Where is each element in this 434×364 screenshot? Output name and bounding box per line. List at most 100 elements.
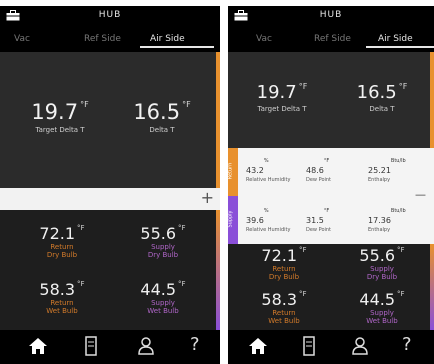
top-bar: HUB — [0, 6, 220, 28]
return-dry-bulb-value: 72.1 — [261, 246, 298, 265]
supply-enthalpy-label: Enthalpy — [368, 227, 391, 233]
return-wet-bulb-value: 58.3 — [261, 290, 298, 309]
supply-enthalpy: 17.36 Btu/lb Enthalpy — [368, 208, 434, 233]
return-enthalpy-unit: Btu/lb — [390, 158, 406, 164]
accent-bar-orange — [216, 52, 220, 188]
app-title: HUB — [98, 10, 122, 20]
accent-bar-orange — [430, 52, 434, 148]
supply-rh: 39.6% Relative Humidity — [246, 208, 292, 233]
delta-t-unit: °F — [182, 100, 191, 109]
target-delta-t-value: 19.7 — [31, 100, 79, 124]
return-enthalpy-value: 25.21 — [368, 166, 391, 175]
return-wet-bulb-label1: Return — [50, 299, 74, 307]
return-dry-bulb-label2: Dry Bulb — [268, 273, 300, 281]
minus-icon[interactable]: — — [415, 188, 426, 201]
supply-dry-bulb-value: 55.6 — [359, 246, 396, 265]
accent-bar-gradient — [216, 210, 220, 330]
delta-t-label: Delta T — [369, 105, 395, 113]
target-delta-t-unit: °F — [298, 82, 308, 91]
supply-rh-value: 39.6 — [246, 216, 264, 225]
supply-wet-bulb-label1: Supply — [370, 309, 394, 317]
supply-dry-bulb-label2: Dry Bulb — [147, 251, 179, 259]
meter-icon[interactable] — [302, 336, 316, 356]
target-delta-t-unit: °F — [80, 100, 89, 109]
return-rh-label: Relative Humidity — [246, 177, 291, 183]
tab-air-side[interactable]: Air Side — [378, 34, 413, 44]
supply-dp-unit: °F — [323, 208, 330, 214]
delta-panel: 19.7 °F Target Delta T 16.5 °F Delta T — [228, 52, 430, 148]
supply-wet-bulb: 44.5 °F Supply Wet Bulb — [118, 280, 208, 315]
return-dry-bulb-label1: Return — [50, 243, 74, 251]
help-icon[interactable]: ? — [402, 334, 412, 355]
supply-dry-bulb-label1: Supply — [370, 265, 394, 273]
return-dry-bulb-unit: °F — [77, 224, 85, 232]
return-dp-unit: °F — [323, 158, 330, 164]
temperature-panel: 72.1 °F Return Dry Bulb 55.6 °F Supply Dry… — [228, 244, 430, 330]
meter-icon[interactable] — [84, 336, 98, 356]
home-icon[interactable] — [248, 336, 268, 356]
tab-air-side[interactable]: Air Side — [150, 34, 185, 44]
add-row[interactable]: + — [0, 188, 220, 210]
supply-dp-value: 31.5 — [306, 216, 324, 225]
target-delta-t: 19.7 °F Target Delta T — [242, 82, 322, 113]
return-wet-bulb-label2: Wet Bulb — [46, 307, 78, 315]
return-dp-value: 48.6 — [306, 166, 324, 175]
app-title: HUB — [319, 10, 343, 20]
bottom-nav: ? — [0, 330, 220, 364]
left-phone-screen: HUB Vac Ref Side Air Side 19.7 °F Target … — [0, 6, 220, 364]
tab-ref-side[interactable]: Ref Side — [84, 34, 121, 44]
supply-rh-label: Relative Humidity — [246, 227, 291, 233]
return-wet-bulb-label1: Return — [272, 309, 296, 317]
user-icon[interactable] — [350, 336, 370, 356]
plus-icon[interactable]: + — [201, 188, 214, 207]
supply-rh-unit: % — [263, 208, 269, 214]
delta-t-value: 16.5 — [356, 82, 397, 103]
return-enthalpy: 25.21 Btu/lb Enthalpy — [368, 158, 434, 183]
accent-bar-gradient — [430, 244, 434, 330]
tab-bar: Vac Ref Side Air Side — [0, 28, 220, 52]
return-rh-unit: % — [263, 158, 269, 164]
return-dp-label: Dew Point — [306, 177, 332, 183]
return-wet-bulb-value: 58.3 — [39, 280, 76, 299]
delta-t-value: 16.5 — [133, 100, 181, 124]
supply-dew-point: 31.5 °F Dew Point — [306, 208, 350, 233]
return-side-tab: Return — [227, 148, 238, 196]
return-dry-bulb-label1: Return — [272, 265, 296, 273]
supply-wet-bulb-unit: °F — [397, 290, 405, 298]
psychrometric-panel: Return Supply 43.2% Relative Humidity 48… — [227, 148, 434, 244]
tab-ref-side[interactable]: Ref Side — [314, 34, 351, 44]
delta-t: 16.5 °F Delta T — [342, 82, 422, 113]
supply-side-tab: Supply — [228, 196, 238, 244]
supply-side-label: Supply — [227, 210, 234, 228]
supply-wet-bulb-label2: Wet Bulb — [147, 307, 179, 315]
return-dry-bulb-value: 72.1 — [39, 224, 76, 243]
supply-dry-bulb-unit: °F — [397, 246, 405, 254]
return-wet-bulb: 58.3 °F Return Wet Bulb — [22, 280, 102, 315]
delta-t: 16.5 °F Delta T — [122, 100, 202, 134]
return-dew-point: 48.6 °F Dew Point — [306, 158, 350, 183]
return-dry-bulb: 72.1 °F Return Dry Bulb — [244, 246, 324, 281]
return-wet-bulb-label2: Wet Bulb — [268, 317, 300, 325]
help-icon[interactable]: ? — [190, 334, 200, 355]
supply-wet-bulb-value: 44.5 — [359, 290, 396, 309]
supply-dry-bulb-label1: Supply — [151, 243, 175, 251]
tab-vac[interactable]: Vac — [256, 34, 272, 44]
supply-dry-bulb: 55.6 °F Supply Dry Bulb — [118, 224, 208, 259]
active-tab-indicator — [140, 46, 214, 48]
temperature-panel: 72.1 °F Return Dry Bulb 55.6 °F Supply Dry… — [0, 210, 216, 330]
supply-wet-bulb-label2: Wet Bulb — [366, 317, 398, 325]
supply-enthalpy-unit: Btu/lb — [390, 208, 406, 214]
return-dry-bulb-unit: °F — [299, 246, 307, 254]
tab-bar: Vac Ref Side Air Side — [228, 28, 434, 52]
return-rh-value: 43.2 — [246, 166, 264, 175]
target-delta-t-label: Target Delta T — [35, 126, 85, 134]
user-icon[interactable] — [136, 336, 156, 356]
tab-vac[interactable]: Vac — [14, 34, 30, 44]
supply-wet-bulb-label1: Supply — [151, 299, 175, 307]
supply-dp-label: Dew Point — [306, 227, 332, 233]
supply-dry-bulb-label2: Dry Bulb — [366, 273, 398, 281]
return-wet-bulb: 58.3 °F Return Wet Bulb — [244, 290, 324, 325]
return-enthalpy-label: Enthalpy — [368, 177, 391, 183]
delta-t-unit: °F — [398, 82, 408, 91]
home-icon[interactable] — [28, 336, 48, 356]
